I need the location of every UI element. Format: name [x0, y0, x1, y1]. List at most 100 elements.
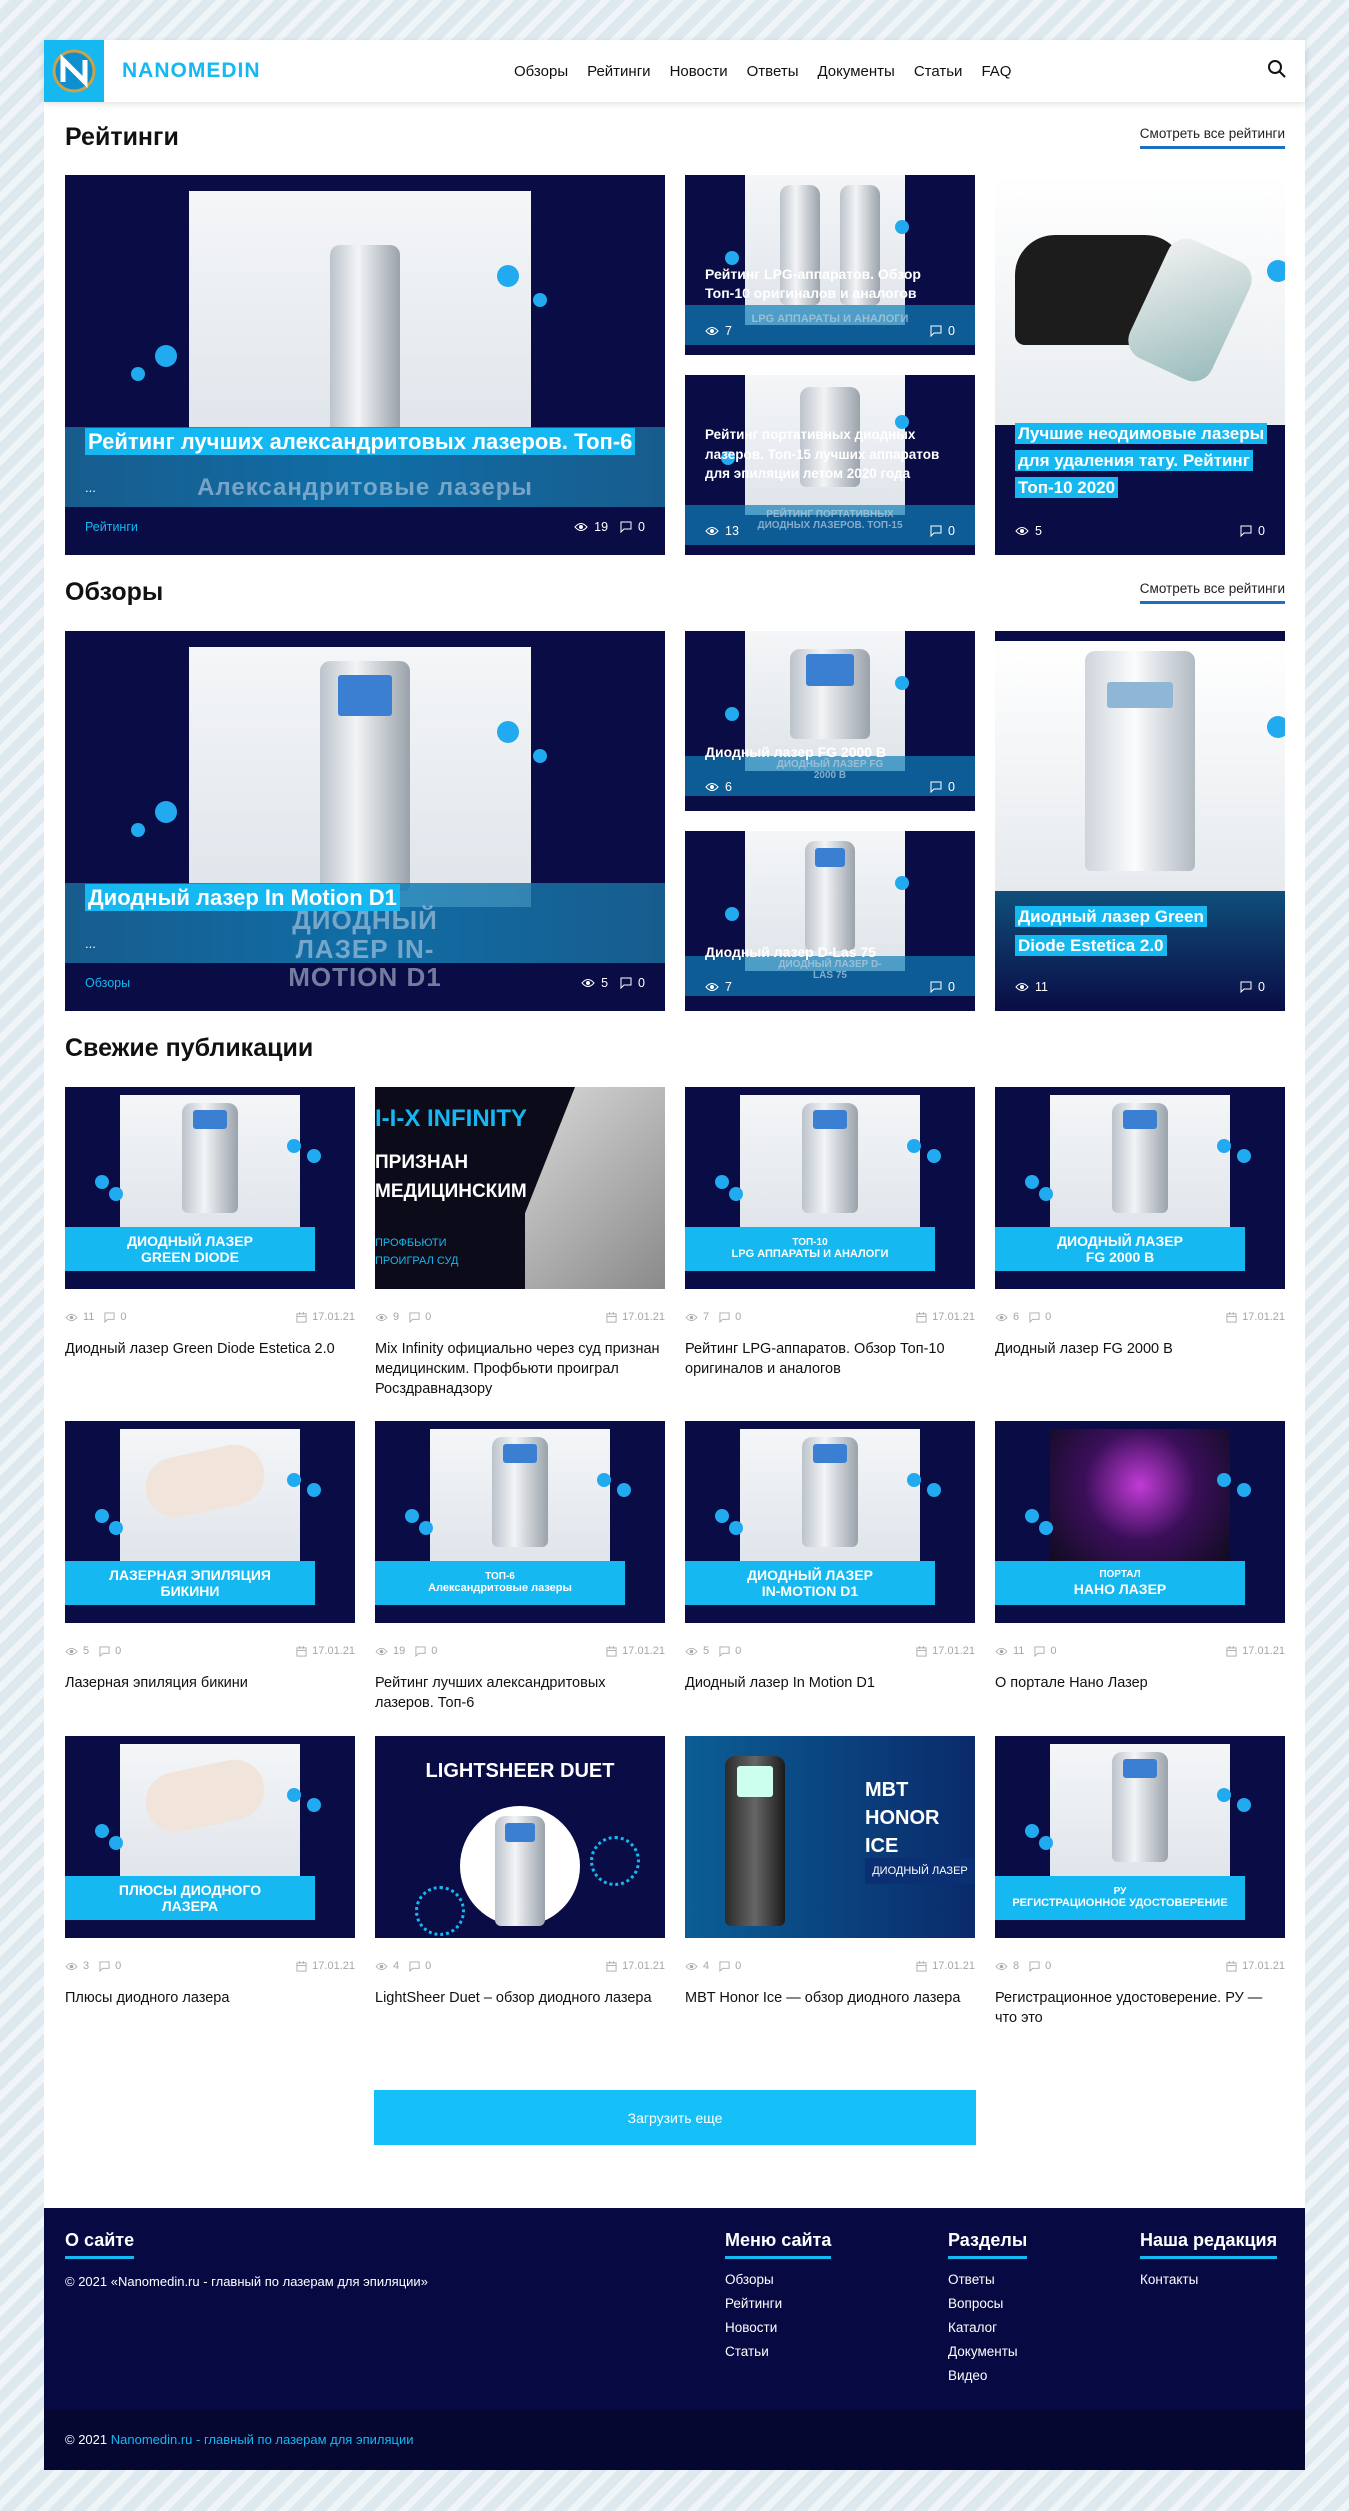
ratings-tall-title[interactable]: Лучшие неодимовые лазеры для удаления та… — [1015, 420, 1275, 502]
footer-about-title: О сайте — [65, 2230, 135, 2259]
reviews-big-tag[interactable]: Обзоры — [85, 976, 130, 990]
comment-icon — [1029, 1311, 1040, 1323]
footer-menu-list: Обзоры Рейтинги Новости Статьи — [725, 2268, 782, 2364]
main-nav: Обзоры Рейтинги Новости Ответы Документы… — [514, 40, 1030, 102]
nav-news[interactable]: Новости — [670, 63, 728, 80]
reviews-small2-title[interactable]: Диодный лазер D-Las 75 — [705, 943, 965, 962]
calendar-icon — [1226, 1960, 1237, 1972]
fresh-card[interactable]: ТОП-10 LPG АППАРАТЫ И АНАЛОГИ — [685, 1087, 975, 1289]
load-more-button[interactable]: Загрузить еще — [374, 2090, 976, 2145]
ratings-small1-title[interactable]: Рейтинг LPG-аппаратов. Обзор Топ-10 ориг… — [705, 265, 965, 303]
nav-answers[interactable]: Ответы — [747, 63, 799, 80]
fresh-post-title[interactable]: Лазерная эпиляция бикини — [65, 1673, 355, 1693]
fresh-banner-line2: ЛАЗЕРА — [161, 1898, 219, 1914]
comment-icon — [930, 325, 942, 337]
ratings-big-card[interactable]: Александритовые лазеры Рейтинг лучших ал… — [65, 175, 665, 555]
ratings-see-all[interactable]: Смотреть все рейтинги — [1139, 126, 1285, 149]
ratings-small-card-1[interactable]: LPG АППАРАТЫ И АНАЛОГИ Рейтинг LPG-аппар… — [685, 175, 975, 355]
fresh-banner-line3: ДИОДНЫЙ ЛАЗЕР — [865, 1858, 975, 1884]
comment-icon — [1240, 525, 1252, 537]
calendar-icon — [1226, 1311, 1237, 1323]
footer-menu-news[interactable]: Новости — [725, 2316, 782, 2340]
eye-icon — [705, 783, 719, 791]
fresh-post-title[interactable]: Диодный лазер Green Diode Estetica 2.0 — [65, 1339, 355, 1359]
fresh-post-title[interactable]: Рейтинг LPG-аппаратов. Обзор Топ-10 ориг… — [685, 1339, 975, 1379]
footer-menu-articles[interactable]: Статьи — [725, 2340, 782, 2364]
ratings-big-stats: 19 0 — [574, 520, 645, 534]
fresh-post-title[interactable]: Mix Infinity официально через суд призна… — [375, 1339, 665, 1399]
comment-icon — [99, 1960, 110, 1972]
footer-copy-link[interactable]: Nanomedin.ru - главный по лазерам для эп… — [111, 2432, 414, 2447]
comment-icon — [719, 1311, 730, 1323]
fresh-card[interactable]: MBT HONOR ICE ДИОДНЫЙ ЛАЗЕР — [685, 1736, 975, 1938]
fresh-meta: 7 0 17.01.21 — [685, 1311, 975, 1323]
ratings-small2-title[interactable]: Рейтинг портативных диодных лазеров. Топ… — [705, 425, 965, 484]
eye-icon — [375, 1313, 388, 1321]
fresh-card[interactable]: ДИОДНЫЙ ЛАЗЕР IN-MOTION D1 — [685, 1421, 975, 1623]
footer-sections-title: Разделы — [948, 2230, 1028, 2259]
fresh-post-title[interactable]: MBT Honor Ice — обзор диодного лазера — [685, 1988, 975, 2008]
reviews-small1-title[interactable]: Диодный лазер FG 2000 В — [705, 743, 965, 762]
fresh-banner-line1: ДИОДНЫЙ ЛАЗЕР — [747, 1566, 873, 1583]
reviews-tall-title[interactable]: Диодный лазер Green Diode Estetica 2.0 — [1015, 903, 1255, 961]
fresh-card[interactable]: РУ РЕГИСТРАЦИОННОЕ УДОСТОВЕРЕНИЕ — [995, 1736, 1285, 1938]
eye-icon — [581, 979, 595, 987]
fresh-card[interactable]: ПОРТАЛ НАНО ЛАЗЕР — [995, 1421, 1285, 1623]
ratings-big-tag[interactable]: Рейтинги — [85, 520, 138, 534]
footer-contacts-link[interactable]: Контакты — [1140, 2268, 1198, 2292]
reviews-tall-comments: 0 — [1240, 980, 1265, 994]
ratings-small-card-2[interactable]: РЕЙТИНГ ПОРТАТИВНЫХ ДИОДНЫХ ЛАЗЕРОВ. ТОП… — [685, 375, 975, 555]
footer-copy-prefix: © 2021 — [65, 2432, 108, 2447]
ratings-small2-views: 13 — [705, 524, 739, 538]
post-date: 17.01.21 — [312, 1311, 355, 1323]
fresh-banner-line1: ТОП-6 — [485, 1570, 515, 1582]
fresh-meta: 6 0 17.01.21 — [995, 1311, 1285, 1323]
logo[interactable]: NANOMEDIN — [44, 40, 261, 102]
fresh-card[interactable]: ТОП-6 Александритовые лазеры — [375, 1421, 665, 1623]
reviews-see-all[interactable]: Смотреть все рейтинги — [1139, 581, 1285, 604]
footer-section-answers[interactable]: Ответы — [948, 2268, 1018, 2292]
fresh-post-title[interactable]: Регистрационное удостоверение. РУ — что … — [995, 1988, 1285, 2028]
comment-icon — [1240, 981, 1252, 993]
reviews-big-excerpt: ... — [85, 936, 96, 951]
reviews-tall-card[interactable]: Диодный лазер Green Diode Estetica 2.0 1… — [995, 631, 1285, 1011]
fresh-card[interactable]: ПЛЮСЫ ДИОДНОГО ЛАЗЕРА — [65, 1736, 355, 1938]
fresh-post-title[interactable]: О портале Нано Лазер — [995, 1673, 1285, 1693]
search-icon[interactable] — [1267, 59, 1287, 84]
fresh-post-title[interactable]: Диодный лазер FG 2000 В — [995, 1339, 1285, 1359]
footer-menu-reviews[interactable]: Обзоры — [725, 2268, 782, 2292]
footer-section-documents[interactable]: Документы — [948, 2340, 1018, 2364]
footer-copyright: © 2021 Nanomedin.ru - главный по лазерам… — [65, 2432, 414, 2447]
fresh-card[interactable]: ДИОДНЫЙ ЛАЗЕР GREEN DIODE — [65, 1087, 355, 1289]
ratings-big-title[interactable]: Рейтинг лучших александритовых лазеров. … — [85, 427, 645, 457]
reviews-small-card-2[interactable]: ДИОДНЫЙ ЛАЗЕР D-LAS 75 Диодный лазер D-L… — [685, 831, 975, 1011]
eye-icon — [995, 1962, 1008, 1970]
fresh-post-title[interactable]: LightSheer Duet – обзор диодного лазера — [375, 1988, 665, 2008]
fresh-card[interactable]: I-I-X INFINITY ПРИЗНАН МЕДИЦИНСКИМ ПРОФБ… — [375, 1087, 665, 1289]
reviews-small-card-1[interactable]: ДИОДНЫЙ ЛАЗЕР FG 2000 B Диодный лазер FG… — [685, 631, 975, 811]
fresh-card[interactable]: ДИОДНЫЙ ЛАЗЕР FG 2000 B — [995, 1087, 1285, 1289]
nav-articles[interactable]: Статьи — [914, 63, 963, 80]
footer-section-catalog[interactable]: Каталог — [948, 2316, 1018, 2340]
fresh-card[interactable]: LIGHTSHEER DUET — [375, 1736, 665, 1938]
ratings-tall-views: 5 — [1015, 524, 1042, 538]
reviews-big-title[interactable]: Диодный лазер In Motion D1 — [85, 883, 645, 913]
fresh-post-title[interactable]: Плюсы диодного лазера — [65, 1988, 355, 2008]
fresh-post-title[interactable]: Диодный лазер In Motion D1 — [685, 1673, 975, 1693]
ratings-tall-card[interactable]: Лучшие неодимовые лазеры для удаления та… — [995, 175, 1285, 555]
nav-faq[interactable]: FAQ — [981, 63, 1011, 80]
footer-menu-ratings[interactable]: Рейтинги — [725, 2292, 782, 2316]
reviews-big-card[interactable]: ДИОДНЫЙ ЛАЗЕР IN-MOTION D1 Диодный лазер… — [65, 631, 665, 1011]
nav-reviews[interactable]: Обзоры — [514, 63, 568, 80]
eye-icon — [705, 527, 719, 535]
footer-section-video[interactable]: Видео — [948, 2364, 1018, 2388]
comment-icon — [99, 1645, 110, 1657]
footer-section-questions[interactable]: Вопросы — [948, 2292, 1018, 2316]
nav-documents[interactable]: Документы — [817, 63, 894, 80]
fresh-post-title[interactable]: Рейтинг лучших александритовых лазеров. … — [375, 1673, 665, 1713]
ratings-big-excerpt: ... — [85, 480, 96, 495]
views-count: 19 — [393, 1645, 406, 1657]
eye-icon — [65, 1647, 78, 1655]
nav-ratings[interactable]: Рейтинги — [587, 63, 650, 80]
fresh-card[interactable]: ЛАЗЕРНАЯ ЭПИЛЯЦИЯ БИКИНИ — [65, 1421, 355, 1623]
